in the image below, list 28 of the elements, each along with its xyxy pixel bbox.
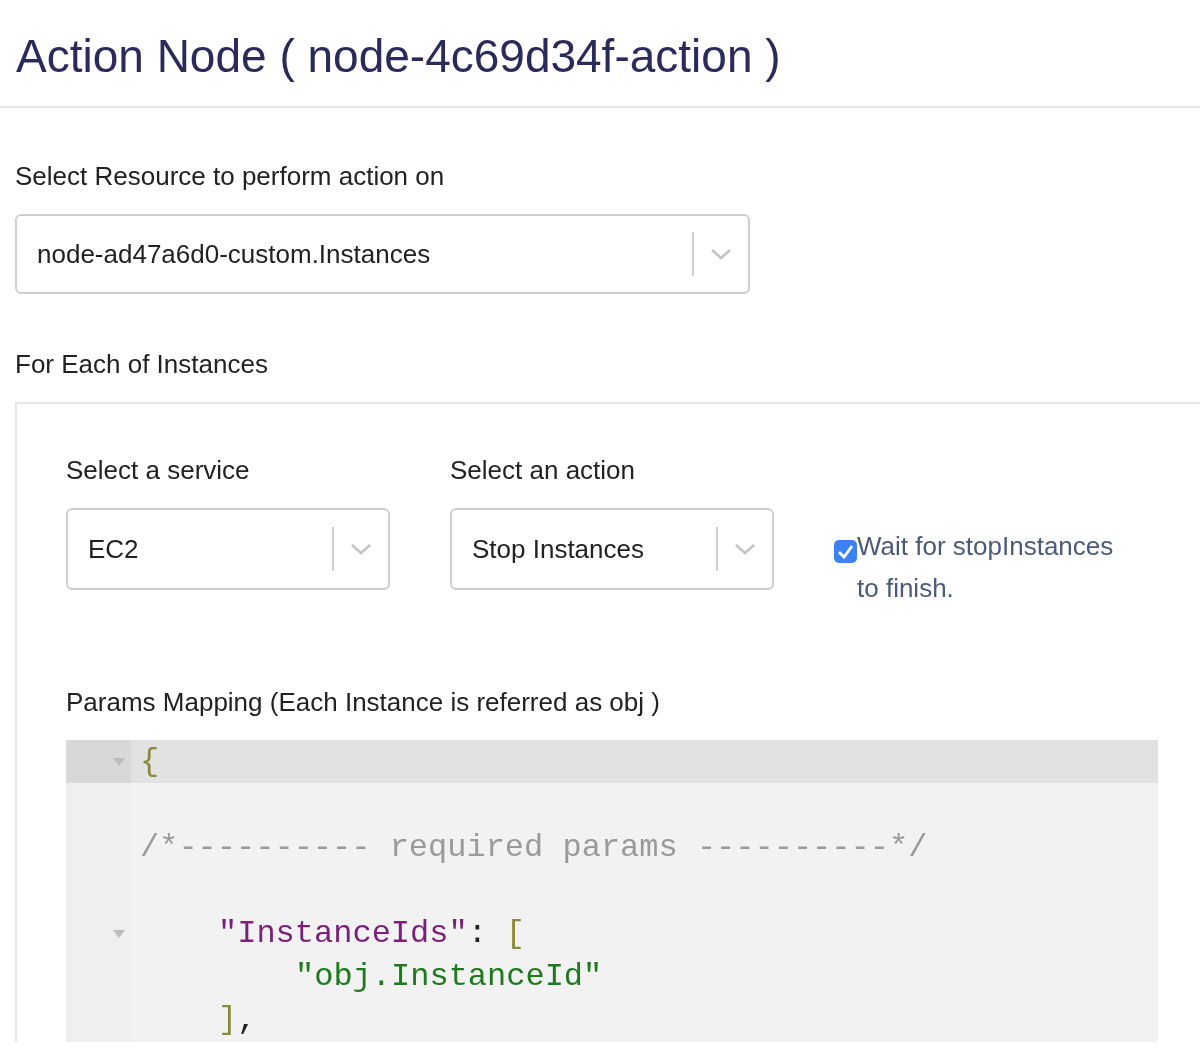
page-title: Action Node ( node-4c69d34f-action ) [16, 29, 782, 84]
field-label: Select Resource to perform action on [15, 160, 446, 192]
fold-arrow-icon[interactable] [113, 929, 125, 938]
field-label: Params Mapping (Each Instance is referred as obj ) [66, 686, 661, 718]
code-bracket: { [140, 742, 160, 782]
select-value: EC2 [87, 532, 140, 566]
select-value: Stop Instances [471, 532, 645, 566]
code-editor[interactable]: { /*---------- required params ----------*/ "InstanceIds": [ "obj.InstanceId" ], [66, 740, 1158, 1042]
chevron-down-icon [734, 543, 756, 555]
checkbox-label: Wait for stopInstances to finish. [857, 530, 1115, 605]
code-punctuation: : [467, 914, 487, 954]
code-punctuation: , [237, 1000, 257, 1040]
field-label: Select an action [450, 454, 636, 486]
fold-arrow-icon[interactable] [113, 757, 125, 766]
field-label: Select a service [66, 454, 251, 486]
select-value: node-ad47a6d0-custom.Instances [36, 237, 432, 271]
chevron-down-icon [710, 248, 732, 260]
code-bracket: [ [505, 914, 526, 954]
select-dropdown[interactable]: node-ad47a6d0-custom.Instances [15, 214, 750, 294]
code-bracket: ] [218, 1000, 238, 1040]
section-label: For Each of Instances [15, 348, 269, 380]
code-comment: /*---------- required params ----------*/ [140, 828, 928, 868]
code-string: "obj.InstanceId" [295, 957, 603, 997]
code-key: "InstanceIds" [218, 912, 468, 955]
checkbox[interactable] [834, 540, 857, 563]
select-dropdown[interactable]: Stop Instances [450, 508, 774, 590]
select-dropdown[interactable]: EC2 [66, 508, 390, 590]
chevron-down-icon [350, 543, 372, 555]
